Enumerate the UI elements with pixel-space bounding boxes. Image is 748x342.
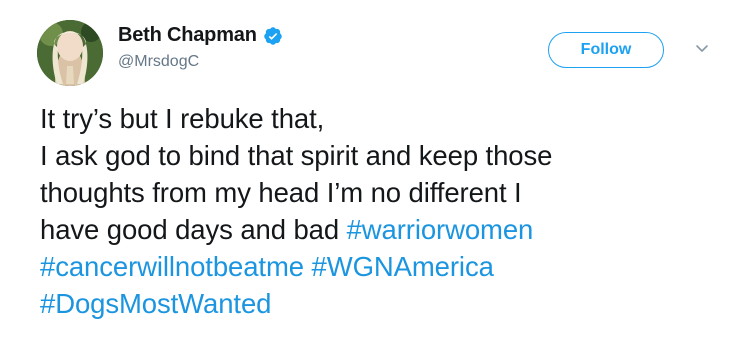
hashtag-link[interactable]: #warriorwomen (347, 214, 534, 245)
tweet-text-fragment: have good days and bad (40, 214, 347, 245)
tweet-text-line: It try’s but I rebuke that, (40, 103, 325, 134)
author-handle[interactable]: @MrsdogC (118, 53, 199, 71)
tweet-text-line: thoughts from my head I’m no different I (40, 177, 522, 208)
tweet-text-line: I ask god to bind that spirit and keep t… (40, 140, 553, 171)
author-name-row[interactable]: Beth Chapman (118, 24, 283, 47)
hashtag-link[interactable]: #DogsMostWanted (40, 288, 271, 319)
tweet-card: Beth Chapman @MrsdogC Follow It try’s bu… (0, 0, 748, 342)
hashtag-link[interactable]: #cancerwillnotbeatme (40, 251, 304, 282)
tweet-text-line: have good days and bad #warriorwomen (40, 211, 730, 248)
avatar-photo (37, 20, 103, 86)
follow-button[interactable]: Follow (548, 32, 664, 68)
author-name[interactable]: Beth Chapman (118, 24, 257, 47)
tweet-text-line: #cancerwillnotbeatme #WGNAmerica (40, 248, 730, 285)
avatar[interactable] (37, 20, 103, 86)
tweet-text: It try’s but I rebuke that, I ask god to… (40, 100, 730, 322)
chevron-down-icon[interactable] (694, 42, 710, 56)
tweet-text-line: #DogsMostWanted (40, 285, 730, 322)
verified-badge-icon (263, 26, 283, 46)
hashtag-link[interactable]: #WGNAmerica (312, 251, 494, 282)
